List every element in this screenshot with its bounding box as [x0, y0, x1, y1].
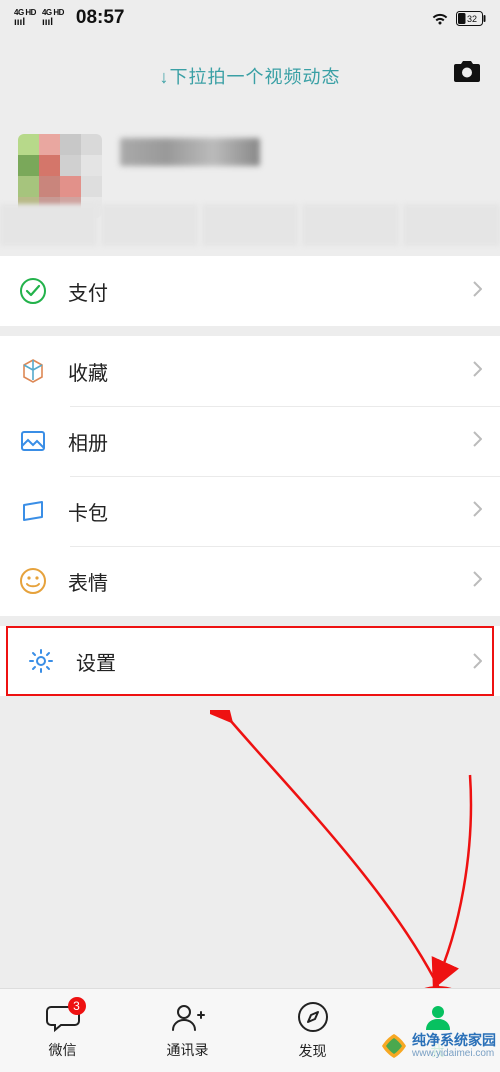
status-left: 4G HDıııl 4G HDıııl 08:57: [14, 7, 125, 29]
menu-cards-label: 卡包: [68, 497, 472, 526]
tab-chats[interactable]: 3 微信: [0, 989, 125, 1072]
discover-icon: [296, 1000, 330, 1039]
annotation-highlight: 设置: [6, 626, 494, 696]
tab-discover[interactable]: 发现: [250, 989, 375, 1072]
favorites-icon: [18, 356, 48, 386]
badge-count: 3: [68, 997, 86, 1015]
annotation-arrow-2: [400, 770, 490, 1000]
battery-icon: 32: [456, 11, 486, 26]
menu-stickers[interactable]: 表情: [0, 546, 500, 616]
section-pay: 支付: [0, 256, 500, 326]
section-settings: 设置: [0, 626, 500, 696]
watermark-name: 纯净系统家园: [412, 1033, 496, 1048]
menu-pay-label: 支付: [68, 277, 472, 306]
tab-discover-label: 发现: [299, 1041, 327, 1061]
menu-stickers-label: 表情: [68, 567, 472, 596]
status-time: 08:57: [76, 7, 125, 29]
signal-1: 4G HDıııl: [14, 8, 36, 28]
profile-card[interactable]: [0, 116, 500, 246]
menu-favorites[interactable]: 收藏: [0, 336, 500, 406]
watermark-url: www.yidaimei.com: [412, 1048, 496, 1059]
album-icon: [18, 426, 48, 456]
menu-album-label: 相册: [68, 427, 472, 456]
contacts-icon: [170, 1001, 206, 1038]
menu-pay[interactable]: 支付: [0, 256, 500, 326]
profile-name: [120, 134, 260, 166]
annotation-arrow-1: [210, 710, 460, 1010]
menu-album[interactable]: 相册: [0, 406, 500, 476]
chevron-right-icon: [472, 360, 482, 383]
wifi-icon: [430, 11, 450, 26]
pull-hint-row: ↓下拉拍一个视频动态: [0, 36, 500, 116]
section-group: 收藏 相册 卡包 表情: [0, 336, 500, 616]
settings-icon: [26, 646, 56, 676]
menu-favorites-label: 收藏: [68, 357, 472, 386]
chevron-right-icon: [472, 500, 482, 523]
chevron-right-icon: [472, 280, 482, 303]
chevron-right-icon: [472, 652, 482, 675]
signal-2: 4G HDıııl: [42, 8, 64, 28]
chevron-right-icon: [472, 430, 482, 453]
menu-cards[interactable]: 卡包: [0, 476, 500, 546]
pull-hint-text: ↓下拉拍一个视频动态: [160, 63, 341, 89]
svg-text:32: 32: [467, 14, 477, 24]
camera-icon[interactable]: [452, 58, 482, 89]
menu-settings[interactable]: 设置: [8, 628, 492, 694]
status-right: 32: [430, 11, 486, 26]
watermark-logo-icon: [380, 1032, 408, 1060]
profile-sub: [0, 204, 500, 246]
watermark: 纯净系统家园 www.yidaimei.com: [380, 1032, 496, 1060]
tab-contacts[interactable]: 通讯录: [125, 989, 250, 1072]
menu-settings-label: 设置: [76, 647, 474, 676]
stickers-icon: [18, 566, 48, 596]
status-bar: 4G HDıııl 4G HDıııl 08:57 32: [0, 0, 500, 36]
chevron-right-icon: [472, 570, 482, 593]
tab-contacts-label: 通讯录: [167, 1040, 209, 1060]
tab-chats-label: 微信: [49, 1040, 77, 1060]
cards-icon: [18, 496, 48, 526]
pay-icon: [18, 276, 48, 306]
